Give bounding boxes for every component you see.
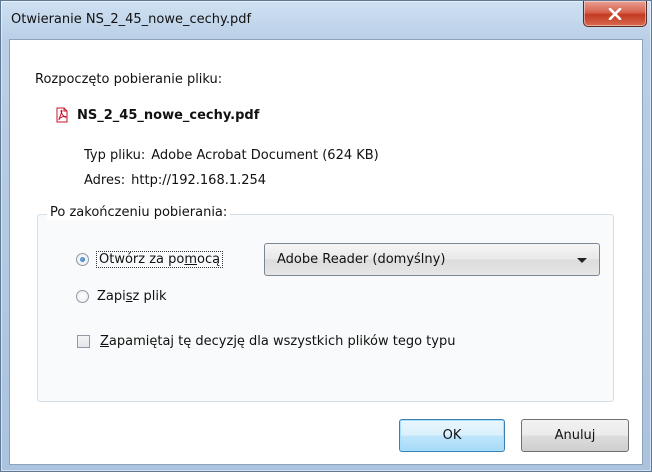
radio-open-with-label[interactable]: Otwórz za pomocą: [95, 251, 224, 268]
address-label: Adres:: [84, 173, 126, 188]
radio-open-with-indicator[interactable]: [76, 253, 89, 266]
close-button[interactable]: [583, 1, 647, 27]
chevron-down-icon: [577, 258, 587, 263]
cancel-button[interactable]: Anuluj: [521, 419, 629, 452]
file-name: NS_2_45_nowe_cechy.pdf: [77, 107, 260, 123]
window-title: Otwieranie NS_2_45_nowe_cechy.pdf: [11, 12, 252, 27]
ok-button[interactable]: OK: [399, 419, 505, 452]
file-type-value: Adobe Acrobat Document (624 KB): [151, 148, 379, 163]
file-type-label: Typ pliku:: [84, 148, 146, 163]
ok-button-label: OK: [442, 428, 462, 443]
cancel-button-label: Anuluj: [554, 428, 596, 443]
title-bar[interactable]: Otwieranie NS_2_45_nowe_cechy.pdf: [1, 1, 651, 39]
dialog-window: Otwieranie NS_2_45_nowe_cechy.pdf Rozpoc…: [0, 0, 652, 472]
pdf-file-icon: [56, 107, 68, 123]
file-type-row: Typ pliku: Adobe Acrobat Document (624 KB…: [84, 148, 379, 163]
remember-decision-row[interactable]: Zapamiętaj tę decyzję dla wszystkich pli…: [77, 334, 455, 349]
application-select[interactable]: Adobe Reader (domyślny): [264, 243, 600, 276]
radio-save-file[interactable]: Zapisz plik: [76, 289, 167, 304]
radio-open-with[interactable]: Otwórz za pomocą: [76, 251, 224, 268]
file-row: NS_2_45_nowe_cechy.pdf: [54, 107, 259, 123]
address-value: http://192.168.1.254: [131, 173, 267, 188]
close-x-icon: [608, 7, 622, 20]
application-select-value: Adobe Reader (domyślny): [277, 252, 446, 267]
radio-save-file-label[interactable]: Zapisz plik: [97, 289, 167, 304]
remember-decision-checkbox[interactable]: [77, 335, 90, 348]
after-download-legend: Po zakończeniu pobierania:: [47, 205, 231, 220]
intro-text: Rozpoczęto pobieranie pliku:: [35, 72, 223, 87]
radio-save-file-indicator[interactable]: [76, 290, 89, 303]
address-row: Adres: http://192.168.1.254: [84, 173, 266, 188]
remember-decision-label[interactable]: Zapamiętaj tę decyzję dla wszystkich pli…: [100, 334, 455, 349]
